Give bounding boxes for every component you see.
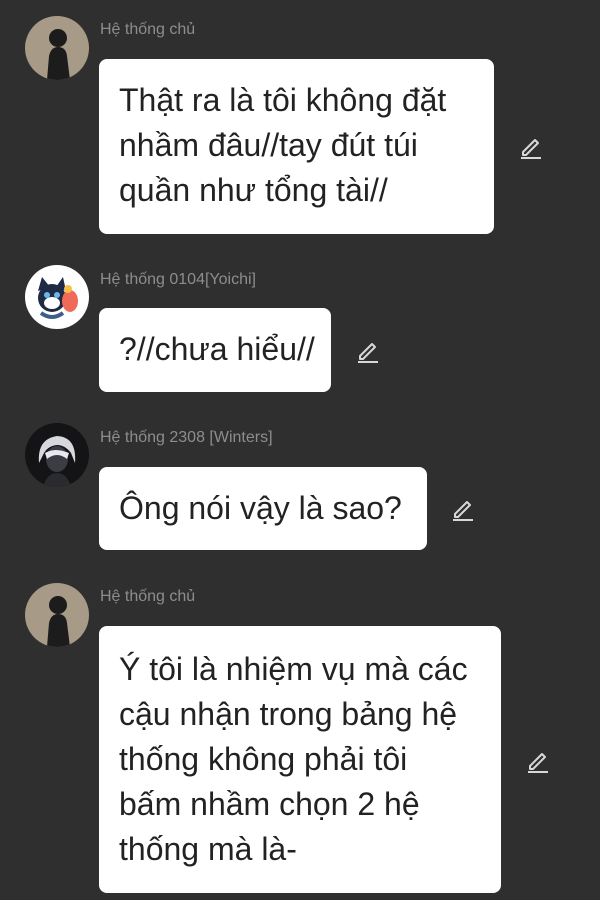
message-line: cậu nhận trong bảng hệ xyxy=(119,696,458,732)
message-line: bấm nhầm chọn 2 hệ xyxy=(119,786,420,822)
message-bubble[interactable]: Thật ra là tôi không đặt nhầm đâu//tay đ… xyxy=(99,59,494,234)
sender-name: Hệ thống 0104[Yoichi] xyxy=(100,271,256,288)
message-line: Ý tôi là nhiệm vụ mà các xyxy=(119,651,468,687)
white-haired-anime-avatar[interactable] xyxy=(25,423,89,487)
message-bubble[interactable]: Ý tôi là nhiệm vụ mà các cậu nhận trong … xyxy=(99,626,501,893)
message-line: quần như tổng tài// xyxy=(119,172,388,208)
pencil-icon[interactable] xyxy=(450,496,476,522)
message-bubble[interactable]: Ông nói vậy là sao? xyxy=(99,467,427,550)
sender-name: Hệ thống chủ xyxy=(100,21,196,38)
dark-silhouette-avatar[interactable] xyxy=(25,16,89,80)
sender-name: Hệ thống 2308 [Winters] xyxy=(100,429,273,446)
message-bubble[interactable]: ?//chưa hiểu// xyxy=(99,308,331,392)
message-line: Thật ra là tôi không đặt xyxy=(119,82,447,118)
pencil-icon[interactable] xyxy=(525,748,551,774)
dark-silhouette-avatar[interactable] xyxy=(25,583,89,647)
pencil-icon[interactable] xyxy=(518,134,544,160)
sender-name: Hệ thống chủ xyxy=(100,588,196,605)
pencil-icon[interactable] xyxy=(355,338,381,364)
message-line: thống không phải tôi xyxy=(119,741,408,777)
message-line: Ông nói vậy là sao? xyxy=(119,490,402,526)
cartoon-cat-avatar[interactable] xyxy=(25,265,89,329)
message-line: thống mà là- xyxy=(119,831,297,867)
message-line: ?//chưa hiểu// xyxy=(119,331,315,367)
message-line: nhầm đâu//tay đút túi xyxy=(119,127,418,163)
